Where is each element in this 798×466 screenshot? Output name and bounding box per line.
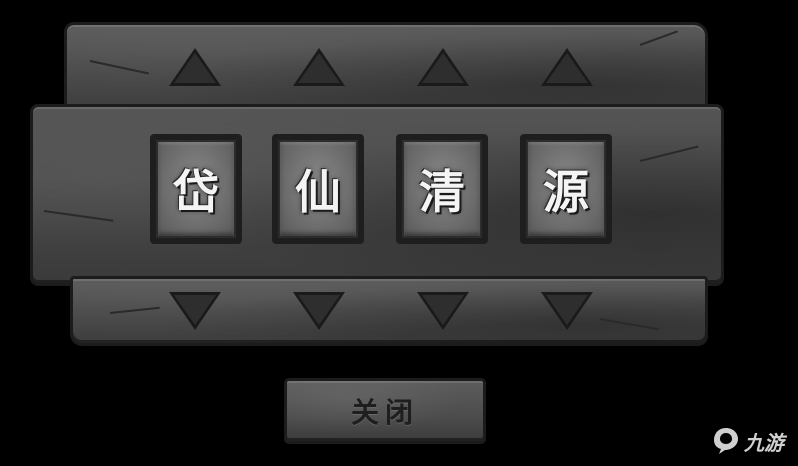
tile-character: 岱 [173, 165, 219, 219]
triangle-up-icon [541, 48, 593, 86]
up-arrow-4[interactable] [538, 44, 596, 90]
watermark: 九游 [712, 426, 784, 456]
close-button-label: 关闭 [350, 396, 419, 429]
triangle-down-icon [169, 292, 221, 330]
stone-slab-middle [30, 104, 724, 286]
character-tile-1[interactable]: 岱 [150, 134, 242, 244]
triangle-up-icon [417, 48, 469, 86]
tile-face: 清 [402, 140, 482, 238]
puzzle-screen: 岱 仙 清 源 关闭 九游 [0, 0, 798, 466]
tile-face: 岱 [156, 140, 236, 238]
character-tile-2[interactable]: 仙 [272, 134, 364, 244]
triangle-down-icon [293, 292, 345, 330]
down-arrow-3[interactable] [414, 288, 472, 334]
stone-slab-top [64, 22, 708, 114]
triangle-down-icon [541, 292, 593, 330]
character-tile-4[interactable]: 源 [520, 134, 612, 244]
tile-face: 仙 [278, 140, 358, 238]
tile-character: 源 [543, 165, 589, 219]
watermark-text: 九游 [744, 430, 784, 455]
close-button[interactable]: 关闭 [284, 378, 486, 444]
character-tile-3[interactable]: 清 [396, 134, 488, 244]
down-arrow-2[interactable] [290, 288, 348, 334]
tile-character: 清 [419, 165, 465, 219]
up-arrow-1[interactable] [166, 44, 224, 90]
up-arrow-2[interactable] [290, 44, 348, 90]
down-arrow-4[interactable] [538, 288, 596, 334]
jiuyou-logo-icon [714, 428, 738, 454]
triangle-down-icon [417, 292, 469, 330]
down-arrow-1[interactable] [166, 288, 224, 334]
triangle-up-icon [293, 48, 345, 86]
tile-face: 源 [526, 140, 606, 238]
triangle-up-icon [169, 48, 221, 86]
up-arrow-3[interactable] [414, 44, 472, 90]
tile-character: 仙 [295, 165, 341, 219]
